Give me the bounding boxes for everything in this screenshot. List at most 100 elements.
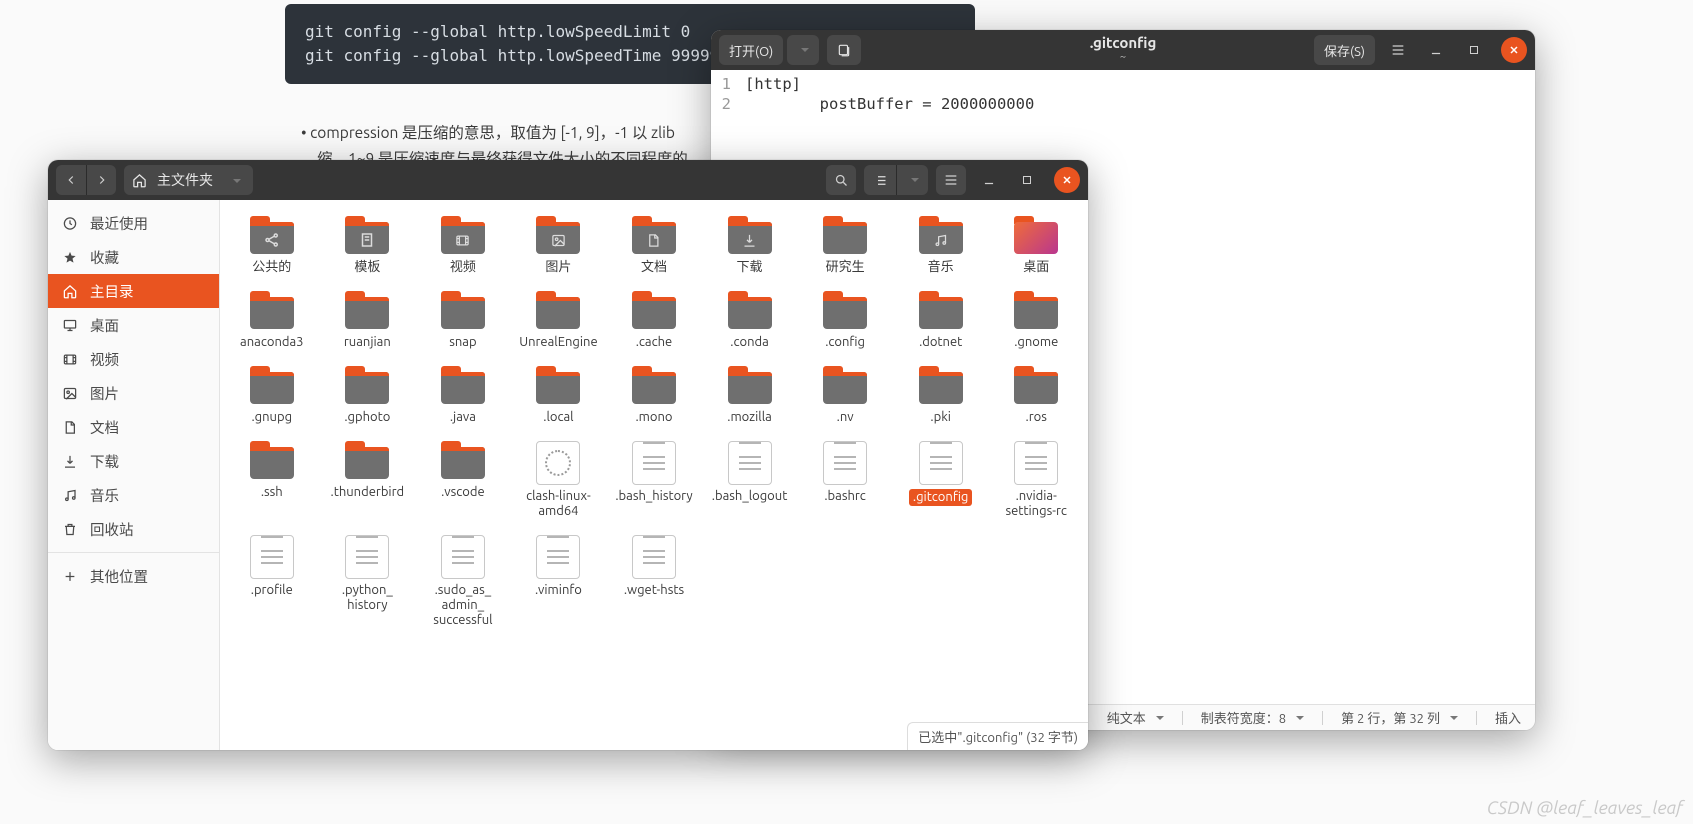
close-button[interactable] xyxy=(1501,37,1527,63)
file-item[interactable]: .dotnet xyxy=(893,287,989,358)
nav-forward-button[interactable] xyxy=(86,165,116,195)
open-button-label: 打开(O) xyxy=(729,41,773,60)
search-button[interactable] xyxy=(826,165,856,195)
minimize-button[interactable] xyxy=(1421,35,1451,65)
sidebar-item-starred[interactable]: 收藏 xyxy=(48,240,219,274)
file-item[interactable]: .profile xyxy=(224,531,320,636)
file-item-label: 下载 xyxy=(737,260,763,275)
file-item[interactable]: .gnupg xyxy=(224,362,320,433)
sidebar-item-desktop[interactable]: 桌面 xyxy=(48,308,219,342)
cursor-position[interactable]: 第 2 行，第 32 列 xyxy=(1341,708,1458,727)
file-item[interactable]: .gphoto xyxy=(320,362,416,433)
file-item[interactable]: .gnome xyxy=(988,287,1084,358)
file-item[interactable]: 公共的 xyxy=(224,212,320,283)
save-button[interactable]: 保存(S) xyxy=(1314,35,1375,65)
file-item[interactable]: clash-linux-amd64 xyxy=(511,437,607,527)
file-item[interactable]: .sudo_​as_​admin_​successful xyxy=(415,531,511,636)
file-item[interactable]: snap xyxy=(415,287,511,358)
file-item[interactable]: anaconda3 xyxy=(224,287,320,358)
sidebar-item-recent[interactable]: 最近使用 xyxy=(48,206,219,240)
sidebar-item-label: 最近使用 xyxy=(90,213,148,234)
file-item[interactable]: .wget-hsts xyxy=(606,531,702,636)
hamburger-menu-button[interactable] xyxy=(936,165,966,195)
file-item[interactable]: .mozilla xyxy=(702,362,798,433)
folder-icon xyxy=(1012,366,1060,406)
view-options-button[interactable] xyxy=(896,165,928,195)
fm-status-text: 已选中".gitconfig" (32 字节) xyxy=(918,731,1078,745)
sidebar-item-trash[interactable]: 回收站 xyxy=(48,512,219,546)
save-button-label: 保存(S) xyxy=(1324,41,1365,60)
sidebar-item-pictures[interactable]: 图片 xyxy=(48,376,219,410)
list-view-button[interactable] xyxy=(864,165,896,195)
chevron-down-icon xyxy=(229,172,241,188)
file-item[interactable]: .bash_​logout xyxy=(702,437,798,527)
file-item[interactable]: ruanjian xyxy=(320,287,416,358)
file-item[interactable]: 文档 xyxy=(606,212,702,283)
file-item-label: ruanjian xyxy=(344,335,391,350)
folder-icon xyxy=(917,366,965,406)
file-item[interactable]: .pki xyxy=(893,362,989,433)
maximize-button[interactable] xyxy=(1459,35,1489,65)
nav-back-button[interactable] xyxy=(56,165,86,195)
file-item[interactable]: .viminfo xyxy=(511,531,607,636)
line-number: 1 xyxy=(711,74,731,94)
file-item[interactable]: 研究生 xyxy=(797,212,893,283)
file-item[interactable]: .gitconfig xyxy=(893,437,989,527)
file-item[interactable]: UnrealEngine xyxy=(511,287,607,358)
folder-icon xyxy=(821,291,869,331)
sidebar-item-downloads[interactable]: 下载 xyxy=(48,444,219,478)
text-file-icon xyxy=(536,535,580,579)
file-item[interactable]: .nvidia-settings-rc xyxy=(988,437,1084,527)
file-item-label: .cache xyxy=(636,335,673,350)
file-item[interactable]: 模板 xyxy=(320,212,416,283)
folder-icon xyxy=(439,216,487,256)
close-button[interactable] xyxy=(1054,167,1080,193)
folder-icon xyxy=(343,366,391,406)
hamburger-menu-button[interactable] xyxy=(1383,35,1413,65)
file-item-label: .bashrc xyxy=(824,489,866,504)
file-item[interactable]: 桌面 xyxy=(988,212,1084,283)
file-item[interactable]: .conda xyxy=(702,287,798,358)
file-item[interactable]: 下载 xyxy=(702,212,798,283)
sidebar-item-label: 下载 xyxy=(90,451,119,472)
path-breadcrumb[interactable]: 主文件夹 xyxy=(124,165,253,195)
file-item-label: .viminfo xyxy=(535,583,582,598)
file-item[interactable]: .nv xyxy=(797,362,893,433)
sidebar-item-music[interactable]: 音乐 xyxy=(48,478,219,512)
file-item[interactable]: .bash_​history xyxy=(606,437,702,527)
sidebar-item-home[interactable]: 主目录 xyxy=(48,274,219,308)
file-item[interactable]: .mono xyxy=(606,362,702,433)
text-file-icon xyxy=(728,441,772,485)
file-item[interactable]: 视频 xyxy=(415,212,511,283)
file-item[interactable]: .cache xyxy=(606,287,702,358)
download-icon xyxy=(62,454,78,469)
tab-width-selector[interactable]: 制表符宽度：8 xyxy=(1201,708,1304,727)
file-item[interactable]: 图片 xyxy=(511,212,607,283)
syntax-selector[interactable]: 纯文本 xyxy=(1107,708,1164,727)
sidebar-item-videos[interactable]: 视频 xyxy=(48,342,219,376)
open-dropdown-button[interactable] xyxy=(787,35,819,65)
file-item[interactable]: .config xyxy=(797,287,893,358)
editor-title-text: .gitconfig xyxy=(1090,36,1157,50)
file-item[interactable]: .ros xyxy=(988,362,1084,433)
file-item[interactable]: .java xyxy=(415,362,511,433)
file-item[interactable]: .thunderbird xyxy=(320,437,416,527)
file-item[interactable]: .local xyxy=(511,362,607,433)
fm-grid-area[interactable]: 公共的模板视频图片文档下载 研究生音乐桌面 anaconda3 ruanjian sna… xyxy=(220,200,1088,750)
code-line: postBuffer = 2000000000 xyxy=(745,95,1034,113)
file-item[interactable]: .bashrc xyxy=(797,437,893,527)
folder-icon xyxy=(534,216,582,256)
insert-mode[interactable]: 插入 xyxy=(1495,708,1521,727)
sidebar-item-other-locations[interactable]: 其他位置 xyxy=(48,559,219,593)
executable-icon xyxy=(536,441,580,485)
sidebar-item-documents[interactable]: 文档 xyxy=(48,410,219,444)
desktop-folder-icon xyxy=(1012,216,1060,256)
file-item[interactable]: .vscode xyxy=(415,437,511,527)
open-button[interactable]: 打开(O) xyxy=(719,35,783,65)
file-item[interactable]: .ssh xyxy=(224,437,320,527)
maximize-button[interactable] xyxy=(1012,165,1042,195)
new-tab-button[interactable] xyxy=(827,35,861,65)
file-item[interactable]: .python_​history xyxy=(320,531,416,636)
file-item[interactable]: 音乐 xyxy=(893,212,989,283)
minimize-button[interactable] xyxy=(974,165,1004,195)
